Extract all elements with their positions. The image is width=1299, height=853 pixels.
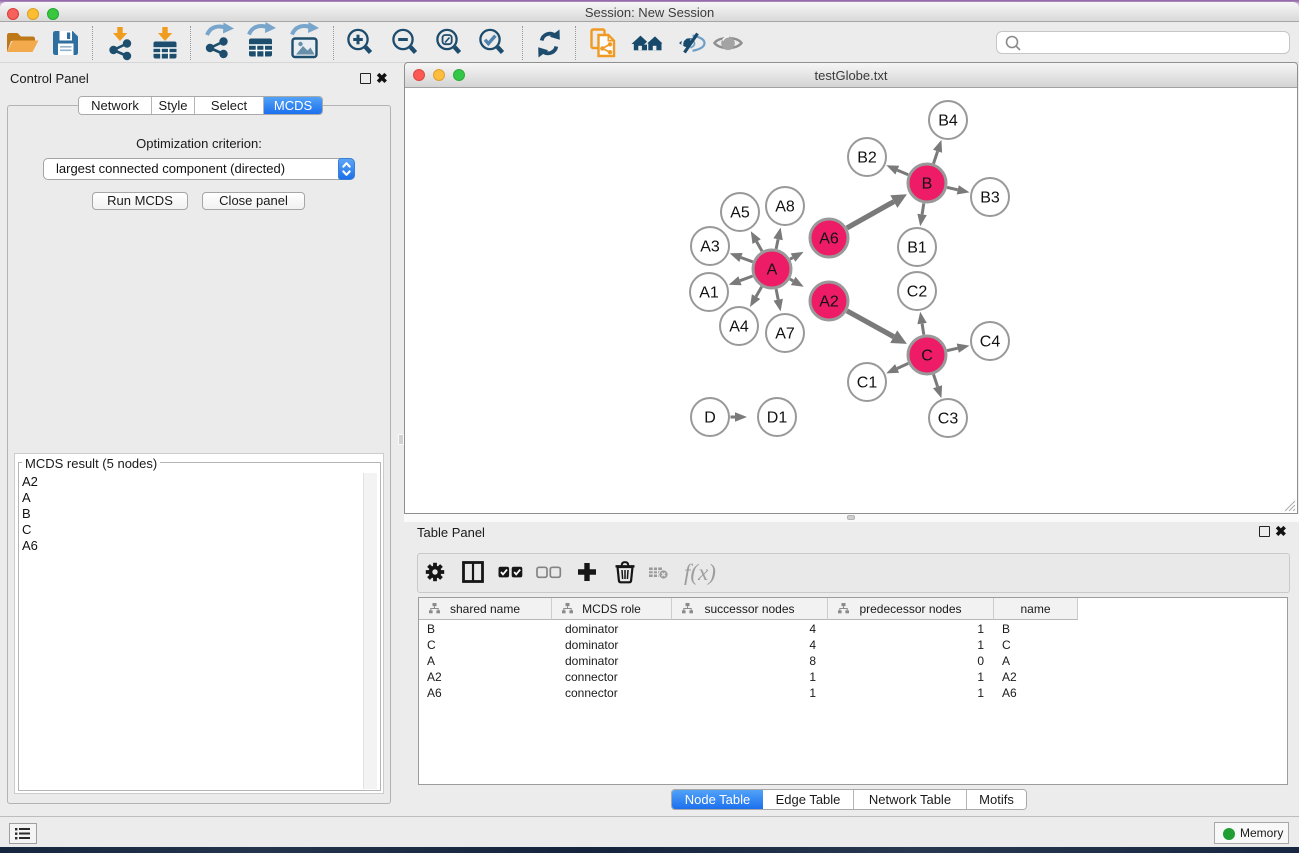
- svg-text:A2: A2: [819, 294, 839, 311]
- svg-text:f(x): f(x): [684, 560, 716, 585]
- svg-text:D: D: [704, 410, 716, 427]
- svg-text:D1: D1: [767, 410, 788, 427]
- svg-text:A6: A6: [819, 231, 839, 248]
- svg-text:C1: C1: [857, 375, 878, 392]
- svg-text:C: C: [921, 348, 933, 365]
- svg-text:B4: B4: [938, 113, 958, 130]
- svg-text:B: B: [922, 176, 933, 193]
- svg-text:A8: A8: [775, 199, 795, 216]
- svg-text:A1: A1: [699, 285, 719, 302]
- svg-text:C4: C4: [980, 334, 1001, 351]
- svg-text:C2: C2: [907, 284, 928, 301]
- svg-text:A5: A5: [730, 205, 750, 222]
- svg-text:A3: A3: [700, 239, 720, 256]
- svg-text:B2: B2: [857, 150, 877, 167]
- svg-text:A: A: [767, 262, 778, 279]
- svg-text:A4: A4: [729, 319, 749, 336]
- svg-text:A7: A7: [775, 326, 795, 343]
- svg-text:B3: B3: [980, 190, 1000, 207]
- svg-text:C3: C3: [938, 411, 959, 428]
- svg-text:B1: B1: [907, 240, 927, 257]
